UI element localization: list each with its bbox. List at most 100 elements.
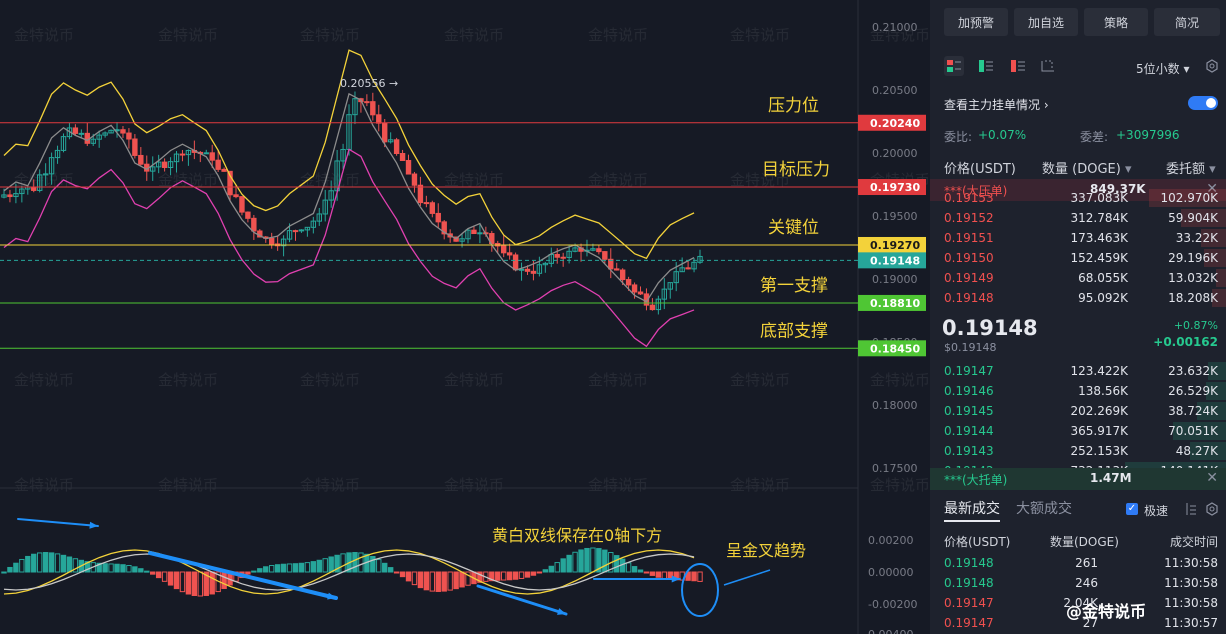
price-tick-label: 0.18000 bbox=[872, 399, 918, 412]
macd-histogram-bar bbox=[1, 571, 7, 574]
macd-histogram-bar bbox=[506, 571, 513, 581]
macd-histogram-bar bbox=[643, 571, 650, 574]
candle-body bbox=[631, 284, 638, 293]
macd-histogram-bar bbox=[399, 571, 406, 578]
macd-histogram-bar bbox=[518, 571, 525, 579]
candle-body bbox=[530, 270, 537, 274]
bids-only-view-icon[interactable] bbox=[976, 56, 996, 76]
macd-tick-label: -0.00200 bbox=[868, 598, 917, 611]
order-total: 26.529K bbox=[1168, 384, 1218, 398]
add-watchlist-button[interactable]: 加自选 bbox=[1014, 8, 1078, 36]
diff-label: 委差: bbox=[1080, 130, 1109, 144]
candle-body bbox=[221, 168, 227, 172]
price-tick-label: 0.19000 bbox=[872, 273, 918, 286]
ask-row[interactable]: 0.19153 337.083K 102.970K bbox=[930, 188, 1226, 208]
order-quantity: 337.083K bbox=[1070, 191, 1129, 205]
tab-big-trades[interactable]: 大额成交 bbox=[1016, 498, 1072, 518]
ask-row[interactable]: 0.19152 312.784K 59.904K bbox=[930, 208, 1226, 228]
macd-histogram-bar bbox=[352, 552, 358, 573]
candle-body bbox=[179, 153, 186, 156]
last-price: 0.19148 bbox=[942, 316, 1038, 340]
strategy-button[interactable]: 策略 bbox=[1084, 8, 1148, 36]
overview-button[interactable]: 简况 bbox=[1154, 8, 1220, 36]
price-chart[interactable]: 金特说币 金特说币 金特说币 金特说币 金特说币 金特说币 金特说币 金特说币 金特说币 金特说币… bbox=[0, 0, 928, 634]
macd-histogram-bar bbox=[298, 562, 305, 573]
macd-histogram-bar bbox=[542, 569, 549, 573]
watermark-text: 金特说币 bbox=[300, 371, 360, 389]
candle-body bbox=[524, 268, 531, 272]
candle-body bbox=[560, 256, 566, 259]
watermark-text: 金特说币 bbox=[14, 26, 74, 44]
level-annotation: 目标压力 bbox=[762, 160, 830, 180]
close-icon[interactable]: ✕ bbox=[1206, 470, 1218, 486]
bid-row[interactable]: 0.19144 365.917K 70.051K bbox=[930, 421, 1226, 441]
trade-row: 0.19148 246 11:30:58 bbox=[930, 573, 1226, 593]
macd-histogram-bar bbox=[322, 558, 328, 573]
ask-row[interactable]: 0.19150 152.459K 29.196K bbox=[930, 248, 1226, 268]
macd-histogram-bar bbox=[393, 571, 400, 574]
macd-histogram-bar bbox=[602, 549, 608, 573]
bid-row[interactable]: 0.19147 123.422K 23.632K bbox=[930, 361, 1226, 381]
macd-histogram-bar bbox=[649, 571, 656, 576]
macd-histogram-bar bbox=[453, 571, 459, 590]
order-total: 70.051K bbox=[1168, 424, 1218, 438]
col-qty-header[interactable]: 数量 (DOGE) ▾ bbox=[1042, 158, 1131, 177]
order-price: 0.19144 bbox=[944, 424, 994, 438]
big-buy-banner[interactable]: ***(大托单) 1.47M ✕ bbox=[930, 468, 1226, 490]
candle-body bbox=[393, 139, 400, 154]
candle-body bbox=[7, 194, 13, 198]
ask-row[interactable]: 0.19149 68.055K 13.032K bbox=[930, 268, 1226, 288]
asks-only-view-icon[interactable] bbox=[1008, 56, 1028, 76]
candle-body bbox=[411, 173, 418, 186]
order-price: 0.19143 bbox=[944, 444, 994, 458]
both-sides-view-icon[interactable] bbox=[944, 56, 964, 76]
order-toggle-switch[interactable] bbox=[1188, 96, 1218, 110]
watermark-text: 金特说币 bbox=[14, 371, 74, 389]
bid-row[interactable]: 0.19143 252.153K 48.27K bbox=[930, 441, 1226, 461]
macd-histogram-bar bbox=[548, 565, 554, 573]
candle-body bbox=[405, 159, 412, 175]
candle-body bbox=[203, 152, 209, 155]
level-tag: 0.20240 bbox=[870, 117, 920, 130]
order-total: 59.904K bbox=[1168, 211, 1218, 225]
macd-histogram-bar bbox=[120, 564, 126, 573]
trade-price: 0.19148 bbox=[944, 576, 994, 590]
bid-row[interactable]: 0.19146 138.56K 26.529K bbox=[930, 381, 1226, 401]
bid-row[interactable]: 0.19145 202.269K 38.724K bbox=[930, 401, 1226, 421]
tab-latest-trades[interactable]: 最新成交 bbox=[944, 498, 1000, 518]
speed-checkbox[interactable]: ✓ bbox=[1126, 503, 1138, 515]
order-price: 0.19150 bbox=[944, 251, 994, 265]
add-alert-button[interactable]: 加预警 bbox=[944, 8, 1008, 36]
candle-body bbox=[292, 230, 299, 233]
macd-histogram-bar bbox=[132, 566, 138, 573]
watermark-text: 金特说币 bbox=[588, 476, 648, 494]
order-quantity: 123.422K bbox=[1070, 364, 1129, 378]
candle-body bbox=[435, 212, 441, 223]
settings-icon[interactable] bbox=[1202, 499, 1222, 519]
filter-icon[interactable] bbox=[1180, 499, 1200, 519]
price-tick-label: 0.20000 bbox=[872, 147, 918, 160]
settings-icon[interactable] bbox=[1202, 56, 1222, 76]
watermark-text: 金特说币 bbox=[14, 476, 74, 494]
macd-histogram-bar bbox=[138, 568, 144, 573]
macd-histogram-bar bbox=[263, 566, 269, 573]
col-total-header[interactable]: 委托额 ▾ bbox=[1166, 158, 1216, 177]
candle-body bbox=[637, 291, 644, 295]
macd-histogram-bar bbox=[31, 553, 37, 573]
macd-histogram-bar bbox=[19, 558, 25, 573]
order-price: 0.19149 bbox=[944, 271, 994, 285]
depth-view-icon[interactable] bbox=[1038, 56, 1058, 76]
ratio-value: +0.07% bbox=[978, 128, 1027, 142]
macd-histogram-bar bbox=[161, 571, 168, 582]
macd-histogram-bar bbox=[387, 567, 394, 573]
macd-histogram-bar bbox=[495, 571, 501, 581]
ask-row[interactable]: 0.19148 95.092K 18.208K bbox=[930, 288, 1226, 308]
decimals-select[interactable]: 5位小数 ▾ bbox=[1136, 60, 1190, 77]
col-price-header: 价格(USDT) bbox=[944, 162, 1016, 177]
ask-row[interactable]: 0.19151 173.463K 33.22K bbox=[930, 228, 1226, 248]
chart-canvas[interactable]: 金特说币 金特说币 金特说币 金特说币 金特说币 金特说币 金特说币金特说币 金特说币 金特说币… bbox=[0, 0, 928, 634]
trade-col-price: 价格(USDT) bbox=[944, 535, 1011, 549]
trade-col-time: 成交时间 bbox=[1169, 535, 1218, 549]
watermark-text: 金特说币 bbox=[870, 476, 928, 494]
macd-histogram-bar bbox=[429, 571, 436, 592]
